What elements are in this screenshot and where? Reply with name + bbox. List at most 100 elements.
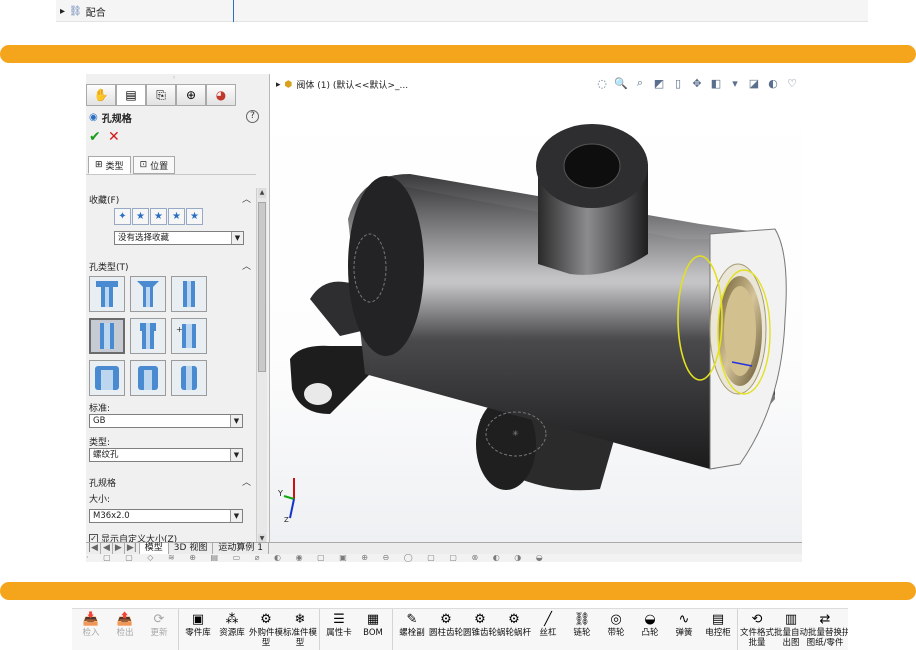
cancel-button[interactable]: ✕ (108, 129, 120, 145)
dimxpert-icon: ⊕ (185, 88, 197, 102)
countersink-slot-icon[interactable] (130, 360, 166, 396)
expand-arrow-icon[interactable]: ▸ (60, 6, 65, 17)
tab-motion-study[interactable]: 运动算例 1 (213, 543, 269, 554)
display-manager-icon: ◕ (215, 88, 227, 102)
toolbar-button[interactable]: ⚙ 圆锥齿轮 (463, 609, 497, 650)
hole-type-tab-icon: ⊞ (95, 160, 103, 170)
toolbar-button-label: 带轮 (607, 628, 625, 638)
add-favorite-button[interactable]: ★ (132, 208, 149, 225)
toolbar-button[interactable]: ▣ 零件库 (181, 609, 215, 650)
prev-tab-icon[interactable]: ◀ (101, 543, 113, 554)
display-manager-tab[interactable]: ◕ (206, 84, 236, 106)
toolbar-button-label: 更新 (150, 628, 168, 638)
toolbar-button[interactable]: ⚙ 圆柱齿轮 (429, 609, 463, 650)
svg-text:✳: ✳ (512, 429, 519, 438)
toolbar-button[interactable]: ◎ 带轮 (599, 609, 633, 650)
svg-text:+: + (176, 325, 183, 334)
toolbar-button[interactable]: ⁂ 资源库 (215, 609, 249, 650)
position-tab-icon: ⊡ (139, 160, 148, 170)
load-favorite-button[interactable]: ★ (186, 208, 203, 225)
toolbar-button[interactable]: ✎ 螺栓副 (395, 609, 429, 650)
tapped-hole-icon[interactable] (89, 318, 125, 354)
panel-scrollbar[interactable]: ▲ ▼ (256, 188, 267, 544)
toolbar-button[interactable]: ⇄ 批量替换图纸/零件 (807, 609, 844, 650)
toolbar-button[interactable]: ∿ 弹簧 (667, 609, 701, 650)
status-icon-strip: · ▢ ▢ ◇ ≋ ⊕ ▤ ▭ ⌀ ◐ ◉ ▢ ▣ ⊕ ⊖ ◯ ▢ ▢ ⊗ ◐ … (86, 554, 802, 562)
property-manager-tab[interactable]: ▤ (116, 84, 146, 106)
favorites-title[interactable]: 收藏(F) (89, 193, 119, 206)
plugin-toolbar: 📥 检入 📤 检出 ⟳ 更新 ▣ 零件库 ⁂ 资源库 ⚙ 外购件模型 ❄ 标准件模型 ☰ 属性卡 ▦ BOM ✎ 螺栓… (72, 608, 848, 650)
straight-slot-icon[interactable] (171, 360, 207, 396)
standard-label: 标准: (89, 404, 111, 414)
size-select-value: M36x2.0 (93, 511, 130, 521)
toolbar-button[interactable]: ⟲ 文件格式批量 (740, 609, 774, 650)
graphics-viewport[interactable]: ▸ ⬢ 阀体 (1) (默认<<默认>_... ◌ 🔍 ⌕ ◩ ▯ ✥ ◧ ▾ … (270, 74, 802, 544)
scroll-thumb[interactable] (258, 202, 266, 372)
toolbar-button[interactable]: ▦ BOM (356, 609, 390, 650)
tab-model[interactable]: 模型 (139, 543, 169, 554)
configuration-manager-tab[interactable]: ⎘ (146, 84, 176, 106)
toolbar-button-label: 弹簧 (675, 628, 693, 638)
pipe-tap-hole-icon[interactable] (130, 318, 166, 354)
type-select[interactable]: 螺纹孔 ▼ (89, 448, 243, 462)
toolbar-button-label: 资源库 (219, 628, 245, 638)
valve-body-model[interactable]: ✳ (270, 74, 802, 544)
tab-position-label: 位置 (150, 161, 169, 172)
toolbar-button-icon: ⚙ (440, 612, 452, 627)
toolbar-button[interactable]: ▤ 电控柜 (701, 609, 735, 650)
toolbar-button-icon: ▤ (711, 612, 725, 627)
simple-hole-icon[interactable] (171, 276, 207, 312)
legacy-hole-icon[interactable]: + (171, 318, 207, 354)
ok-button[interactable]: ✔ (89, 129, 101, 145)
help-icon[interactable]: ? (246, 110, 259, 123)
dimxpert-tab[interactable]: ⊕ (176, 84, 206, 106)
toolbar-button-icon: 📤 (116, 612, 134, 627)
size-select[interactable]: M36x2.0 ▼ (89, 509, 243, 523)
counterbore-hole-icon[interactable] (89, 276, 125, 312)
tab-position[interactable]: ⊡ 位置 (132, 156, 176, 174)
toolbar-button-label: 螺栓副 (399, 628, 425, 638)
apply-favorite-button[interactable]: ✦ (114, 208, 131, 225)
toolbar-button[interactable]: ❄ 标准件模型 (283, 609, 317, 650)
standard-select[interactable]: GB ▼ (89, 414, 243, 428)
countersink-hole-icon[interactable] (130, 276, 166, 312)
favorites-collapse-icon[interactable]: ︿ (242, 192, 251, 205)
toolbar-button[interactable]: ☰ 属性卡 (322, 609, 356, 650)
feature-tree-item-mates[interactable]: ▸ ⛓ 配合 (56, 0, 234, 22)
tab-3d-view[interactable]: 3D 视图 (169, 543, 214, 554)
toolbar-button-icon: 📥 (82, 612, 100, 627)
last-tab-icon[interactable]: ▶| (125, 543, 140, 554)
hole-type-collapse-icon[interactable]: ︿ (242, 259, 251, 272)
panel-grip[interactable]: ◦ (172, 74, 176, 82)
hole-spec-title[interactable]: 孔规格 (89, 476, 116, 489)
hole-type-title[interactable]: 孔类型(T) (89, 260, 129, 273)
first-tab-icon[interactable]: |◀ (86, 543, 101, 554)
hole-spec-collapse-icon[interactable]: ︿ (242, 475, 251, 488)
toolbar-button[interactable]: 🖶拼图打印 (842, 609, 848, 650)
toolbar-button[interactable]: ⚙ 外购件模型 (249, 609, 283, 650)
delete-favorite-button[interactable]: ★ (150, 208, 167, 225)
manager-tabs: ✋ ▤ ⎘ ⊕ ◕ (86, 84, 236, 106)
feature-manager-tab[interactable]: ✋ (86, 84, 116, 106)
configuration-manager-icon: ⎘ (156, 87, 166, 102)
toolbar-button[interactable]: ⟳ 更新 (142, 609, 176, 650)
tab-type[interactable]: ⊞ 类型 (88, 156, 131, 174)
toolbar-button-label: 检出 (116, 628, 134, 638)
toolbar-button-icon: ▦ (366, 612, 380, 627)
favorites-select[interactable]: 没有选择收藏 ▼ (114, 231, 244, 245)
toolbar-button[interactable]: ◒ 凸轮 (633, 609, 667, 650)
property-manager-icon: ▤ (125, 88, 137, 102)
toolbar-button[interactable]: 📥 检入 (74, 609, 108, 650)
toolbar-button[interactable]: ⚙ 蜗轮蜗杆 (497, 609, 531, 650)
toolbar-button-icon: ⇄ (819, 612, 831, 627)
scroll-up-icon[interactable]: ▲ (258, 188, 266, 198)
counterbore-slot-icon[interactable] (89, 360, 125, 396)
toolbar-button[interactable]: 📤 检出 (108, 609, 142, 650)
toolbar-button[interactable]: ╱ 丝杠 (531, 609, 565, 650)
hole-type-grid: + (89, 276, 207, 396)
chevron-down-icon: ▼ (230, 510, 242, 522)
save-favorite-button[interactable]: ★ (168, 208, 185, 225)
next-tab-icon[interactable]: ▶ (113, 543, 125, 554)
toolbar-button[interactable]: ⛓ 链轮 (565, 609, 599, 650)
toolbar-button[interactable]: ▥ 批量自动出图 (774, 609, 808, 650)
